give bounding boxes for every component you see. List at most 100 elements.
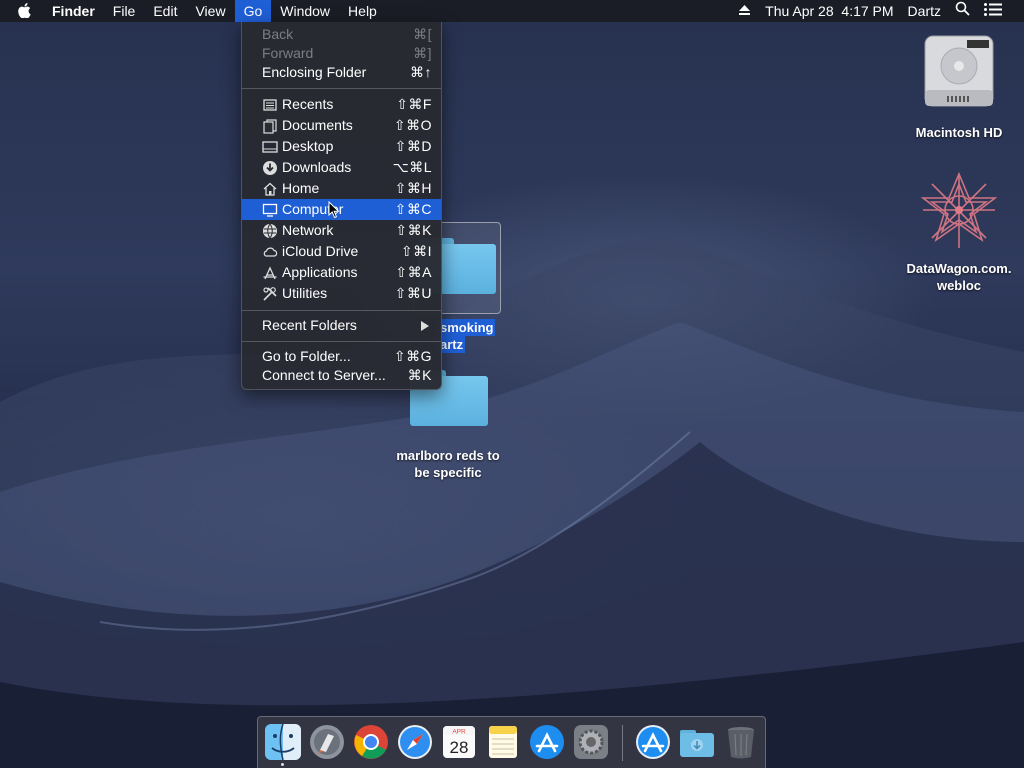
spotlight-search-icon[interactable] [948,0,977,22]
menu-item-shortcut: ⌘] [413,45,432,61]
menu-item-shortcut: ⇧⌘O [393,117,432,133]
menu-separator [242,310,441,311]
menu-item-label: Go to Folder... [262,348,351,364]
menu-item-shortcut: ⌘[ [413,26,432,42]
safari-icon[interactable] [396,723,434,761]
file-menu[interactable]: File [104,0,145,22]
calendar-month: APR [452,729,466,736]
menu-item-label: Back [262,26,294,42]
menu-item-connect-to-server[interactable]: Connect to Server... ⌘K [242,365,441,386]
window-menu[interactable]: Window [271,0,339,22]
dock: APR 28 [257,716,766,768]
menu-item-shortcut: ⇧⌘K [395,222,432,238]
go-menu-dropdown: Back ⌘[ Forward ⌘] Enclosing Folder ⌘↑ R… [241,22,442,390]
macintosh-hd-label: Macintosh HD [915,125,1003,140]
menu-item-home[interactable]: Home ⇧⌘H [242,178,441,199]
menu-separator [242,88,441,89]
system-preferences-icon[interactable] [572,723,610,761]
folder-name-line1: marlboro reds to [396,448,500,463]
menu-item-shortcut: ⇧⌘I [400,243,432,259]
help-menu[interactable]: Help [339,0,386,22]
menu-item-label: Network [282,222,334,238]
menu-item-shortcut: ⌘K [407,367,432,383]
menu-item-label: Recents [282,96,334,112]
menu-item-label: Desktop [282,138,334,154]
menubar-clock[interactable]: Thu Apr 28 4:17 PM [758,0,900,22]
go-menu[interactable]: Go [234,0,272,22]
webloc-star-icon [920,171,998,248]
recents-icon [263,99,277,111]
menu-item-computer[interactable]: Computer ⇧⌘C [242,199,441,220]
utilities-icon [263,287,277,301]
menu-item-applications[interactable]: Applications ⇧⌘A [242,262,441,283]
icloud-icon [263,247,278,257]
menu-item-downloads[interactable]: Downloads ⌥⌘L [242,157,441,178]
submenu-arrow-icon [421,321,429,331]
menu-item-label: Downloads [282,159,352,175]
menu-item-documents[interactable]: Documents ⇧⌘O [242,115,441,136]
apple-menu[interactable] [0,0,43,22]
menu-item-recent-folders[interactable]: Recent Folders [242,315,441,336]
menu-bar: Finder File Edit View Go Window Help Thu… [0,0,1024,22]
app-store-icon[interactable] [634,723,672,761]
menu-separator [242,341,441,342]
menu-item-label: Recent Folders [262,317,357,333]
desktop-icon [262,141,278,153]
launchpad-icon[interactable] [308,723,346,761]
view-menu[interactable]: View [186,0,234,22]
edit-menu[interactable]: Edit [144,0,186,22]
menu-item-shortcut: ⇧⌘U [394,285,432,301]
menu-item-forward[interactable]: Forward ⌘] [242,43,441,64]
calendar-day: 28 [450,738,469,757]
finder-icon[interactable] [264,723,302,761]
folder-name-line1: smoking [438,319,496,336]
folder-name-line2: artz [438,336,466,353]
menu-item-icloud-drive[interactable]: iCloud Drive ⇧⌘I [242,241,441,262]
menu-item-network[interactable]: Network ⇧⌘K [242,220,441,241]
menu-item-shortcut: ⇧⌘H [394,180,432,196]
menu-item-label: Documents [282,117,353,133]
desert-wallpaper [0,237,1024,768]
menu-item-label: Connect to Server... [262,367,386,383]
menu-item-recents[interactable]: Recents ⇧⌘F [242,94,441,115]
downloads-icon [263,161,277,175]
menu-item-enclosing-folder[interactable]: Enclosing Folder ⌘↑ [242,62,441,83]
webloc-label-line2: webloc [936,278,982,293]
apple-logo-icon [18,3,31,19]
menu-item-label: Home [282,180,320,196]
eject-icon[interactable] [731,0,758,22]
menu-item-shortcut: ⇧⌘G [393,348,432,364]
menu-item-desktop[interactable]: Desktop ⇧⌘D [242,136,441,157]
mouse-cursor-icon [328,201,340,219]
menu-item-shortcut: ⇧⌘A [395,264,432,280]
menu-item-label: Enclosing Folder [262,64,367,80]
menu-item-back[interactable]: Back ⌘[ [242,24,441,45]
trash-icon[interactable] [722,723,760,761]
home-icon [263,182,277,196]
user-menu[interactable]: Dartz [901,0,948,22]
menu-item-utilities[interactable]: Utilities ⇧⌘U [242,283,441,304]
downloads-folder-icon[interactable] [678,723,716,761]
menu-item-shortcut: ⌘↑ [410,64,432,80]
menu-item-go-to-folder[interactable]: Go to Folder... ⇧⌘G [242,346,441,367]
app-store-icon[interactable] [528,723,566,761]
menu-item-shortcut: ⇧⌘F [396,96,432,112]
computer-icon [262,203,278,217]
finder-menu[interactable]: Finder [43,0,104,22]
notes-icon[interactable] [484,723,522,761]
menu-item-label: Forward [262,45,314,61]
webloc-label-line1: DataWagon.com. [906,261,1012,276]
menu-item-shortcut: ⇧⌘D [394,138,432,154]
documents-icon [263,119,277,134]
menu-item-label: Utilities [282,285,328,301]
chrome-icon[interactable] [352,723,390,761]
menu-item-shortcut: ⇧⌘C [394,201,432,217]
running-indicator [281,763,284,766]
notification-center-icon[interactable] [977,0,1024,22]
menu-item-label: Applications [282,264,358,280]
calendar-icon[interactable]: APR 28 [440,723,478,761]
menu-item-shortcut: ⌥⌘L [392,159,432,175]
menu-item-label: iCloud Drive [282,243,359,259]
folder-name-line2: be specific [414,465,482,480]
network-icon [263,223,277,239]
